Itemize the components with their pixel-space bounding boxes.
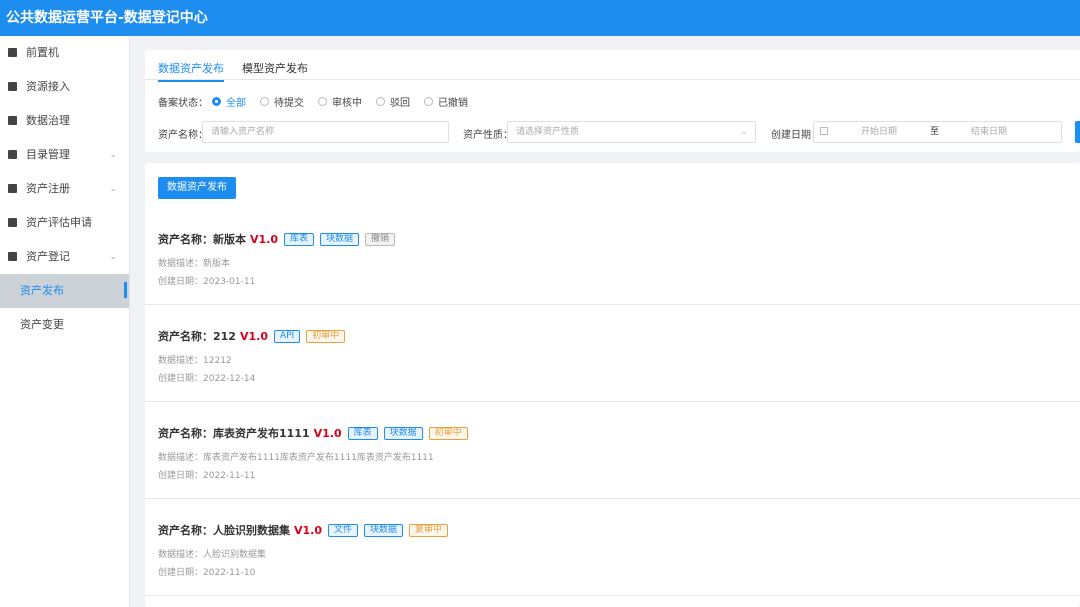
radio-icon <box>260 97 269 106</box>
app-title: 公共数据运营平台-数据登记中心 <box>0 0 1080 36</box>
sidebar-item-6[interactable]: 资产登记 ⌄ <box>0 240 129 274</box>
asset-tag: API <box>273 329 301 343</box>
asset-tag: 库表 <box>347 426 378 440</box>
radio-icon <box>318 97 327 106</box>
chevron-down-icon: ⌄ <box>109 252 117 262</box>
sidebar: 前置机 资源接入 数据治理 目录管理 ⌄ 资产注册 ⌄ 资产评估申请 资产登记 ⌄ 资产发布 资产变更 <box>0 36 130 607</box>
asset-name: 212 <box>213 329 236 343</box>
chevron-down-icon: ⌄ <box>740 127 748 137</box>
asset-type-label: 资产性质： <box>463 130 513 141</box>
asset-version: V1.0 <box>294 523 322 537</box>
asset-tag: 块数据 <box>320 232 360 246</box>
sidebar-item-1[interactable]: 资源接入 <box>0 70 129 104</box>
radio-pending[interactable]: 待提交 <box>260 94 304 109</box>
asset-date: 创建日期：2022-11-10 <box>158 568 256 578</box>
asset-desc: 数据描述：人脸识别数据集 <box>158 550 267 560</box>
date-separator: 至 <box>930 127 940 137</box>
asset-title: 资产名称： 人脸识别数据集 V1.0 文件 块数据 复审中 <box>158 522 449 538</box>
asset-desc: 数据描述：12212 <box>158 356 232 366</box>
asset-date: 创建日期：2022-12-14 <box>158 374 256 384</box>
radio-icon <box>424 97 433 106</box>
folder-icon <box>8 252 17 261</box>
sidebar-item-4[interactable]: 资产注册 ⌄ <box>0 172 129 206</box>
sidebar-item-3[interactable]: 目录管理 ⌄ <box>0 138 129 172</box>
asset-name: 人脸识别数据集 <box>213 524 290 537</box>
sidebar-subitem-1[interactable]: 资产变更 <box>0 308 129 342</box>
asset-version: V1.0 <box>239 329 268 343</box>
asset-version: V1.0 <box>250 232 278 246</box>
asset-name: 库表资产发布1111 <box>213 427 310 440</box>
tab-data-asset-publish[interactable]: 数据资产发布 <box>158 60 224 82</box>
radio-checked-icon <box>212 97 221 106</box>
asset-version: V1.0 <box>313 426 342 440</box>
plug-icon <box>8 82 17 91</box>
sidebar-subitem-0[interactable]: 资产发布 <box>0 274 129 308</box>
radio-revoked[interactable]: 已撤销 <box>424 94 468 109</box>
asset-card[interactable]: 资产名称： 新版本 V1.0 库表 块数据 撤销 数据描述：新版本 创建日期：2023-01-… <box>145 208 1080 305</box>
asset-name-input[interactable]: 请输入资产名称 <box>202 121 449 143</box>
asset-card[interactable]: 资产名称： 库表资产发布1111 V1.0 库表 块数据 初审中 数据描述：库表资产发布11… <box>145 402 1080 499</box>
asset-title: 资产名称： 212 V1.0 API 初审中 <box>158 328 346 344</box>
sidebar-item-5[interactable]: 资产评估申请 <box>0 206 129 240</box>
monitor-icon <box>8 116 17 125</box>
folder-icon <box>8 150 17 159</box>
asset-tag: 库表 <box>284 232 315 246</box>
asset-name: 新版本 <box>213 233 246 246</box>
asset-card[interactable]: 资产名称： 212 V1.0 API 初审中 数据描述：12212 创建日期：2022-12… <box>145 305 1080 402</box>
date-end: 结束日期 <box>971 127 1008 137</box>
calendar-icon <box>820 127 828 135</box>
date-start: 开始日期 <box>861 127 898 137</box>
asset-tag: 撤销 <box>365 232 396 246</box>
tab-bar: 数据资产发布 模型资产发布 <box>145 50 1080 82</box>
asset-date: 创建日期：2023-01-11 <box>158 277 256 287</box>
folder-icon <box>8 184 17 193</box>
radio-rejected[interactable]: 驳回 <box>376 94 410 109</box>
file-icon <box>8 218 17 227</box>
asset-name-label: 资产名称： <box>158 130 208 141</box>
status-filter: 备案状态： 全部 待提交 审核中 驳回 已撤销 <box>158 94 468 109</box>
chevron-down-icon: ⌄ <box>109 150 117 160</box>
asset-tag: 复审中 <box>409 523 449 537</box>
asset-tag: 块数据 <box>383 426 423 440</box>
radio-icon <box>376 97 385 106</box>
date-range-picker[interactable]: 开始日期 至 结束日期 <box>813 121 1062 143</box>
sidebar-item-2[interactable]: 数据治理 <box>0 104 129 138</box>
asset-title: 资产名称： 新版本 V1.0 库表 块数据 撤销 <box>158 231 396 247</box>
asset-list-panel: 数据资产发布 资产名称： 新版本 V1.0 库表 块数据 撤销 数据描述：新版本 创建日期：2… <box>145 163 1080 607</box>
publish-data-asset-button[interactable]: 数据资产发布 <box>158 177 236 199</box>
asset-card[interactable]: 资产名称： 人脸识别数据集 V1.0 文件 块数据 复审中 数据描述：人脸识别数据集 创建日期… <box>145 499 1080 596</box>
radio-reviewing[interactable]: 审核中 <box>318 94 362 109</box>
sidebar-item-0[interactable]: 前置机 <box>0 36 129 70</box>
asset-type-select[interactable]: 请选择资产性质 ⌄ <box>507 121 756 143</box>
asset-tag: 块数据 <box>364 523 404 537</box>
search-button[interactable] <box>1075 121 1080 143</box>
asset-tag: 初审中 <box>306 329 346 343</box>
asset-date: 创建日期：2022-11-11 <box>158 471 256 481</box>
asset-tag: 初审中 <box>428 426 468 440</box>
monitor-icon <box>8 48 17 57</box>
asset-desc: 数据描述：新版本 <box>158 259 231 269</box>
radio-all[interactable]: 全部 <box>212 94 246 109</box>
status-label: 备案状态： <box>158 98 208 109</box>
filter-panel: 数据资产发布 模型资产发布 备案状态： 全部 待提交 审核中 驳回 已撤销 资产… <box>145 50 1080 152</box>
chevron-down-icon: ⌄ <box>109 184 117 194</box>
asset-tag: 文件 <box>328 523 359 537</box>
tab-model-asset-publish[interactable]: 模型资产发布 <box>242 60 308 76</box>
asset-title: 资产名称： 库表资产发布1111 V1.0 库表 块数据 初审中 <box>158 425 468 441</box>
asset-desc: 数据描述：库表资产发布1111库表资产发布1111库表资产发布1111 <box>158 453 434 463</box>
